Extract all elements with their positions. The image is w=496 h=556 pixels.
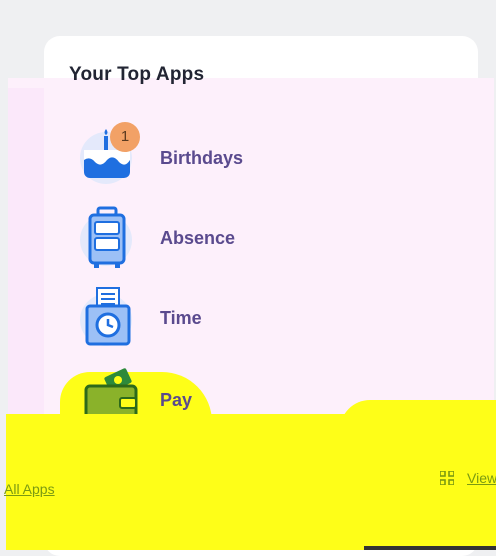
footer-highlight: [6, 414, 496, 550]
suitcase-icon: [78, 206, 138, 270]
panel-edge: [8, 88, 44, 414]
grid-icon: [440, 471, 454, 485]
view-link[interactable]: View: [467, 470, 496, 486]
app-item-time[interactable]: Time: [78, 286, 378, 350]
app-label: Pay: [160, 389, 193, 410]
app-label: Time: [160, 307, 202, 328]
card-title: Your Top Apps: [69, 64, 205, 85]
notification-badge: 1: [110, 122, 140, 152]
birthday-cake-icon: 1: [78, 122, 140, 190]
app-label: Absence: [160, 227, 236, 248]
app-item-birthdays[interactable]: 1 Birthdays: [78, 122, 378, 190]
time-clock-icon: [78, 286, 138, 350]
bottom-edge: [364, 546, 496, 550]
all-apps-link[interactable]: All Apps: [4, 481, 55, 497]
app-label: Birthdays: [160, 147, 244, 168]
app-item-absence[interactable]: Absence: [78, 206, 378, 270]
